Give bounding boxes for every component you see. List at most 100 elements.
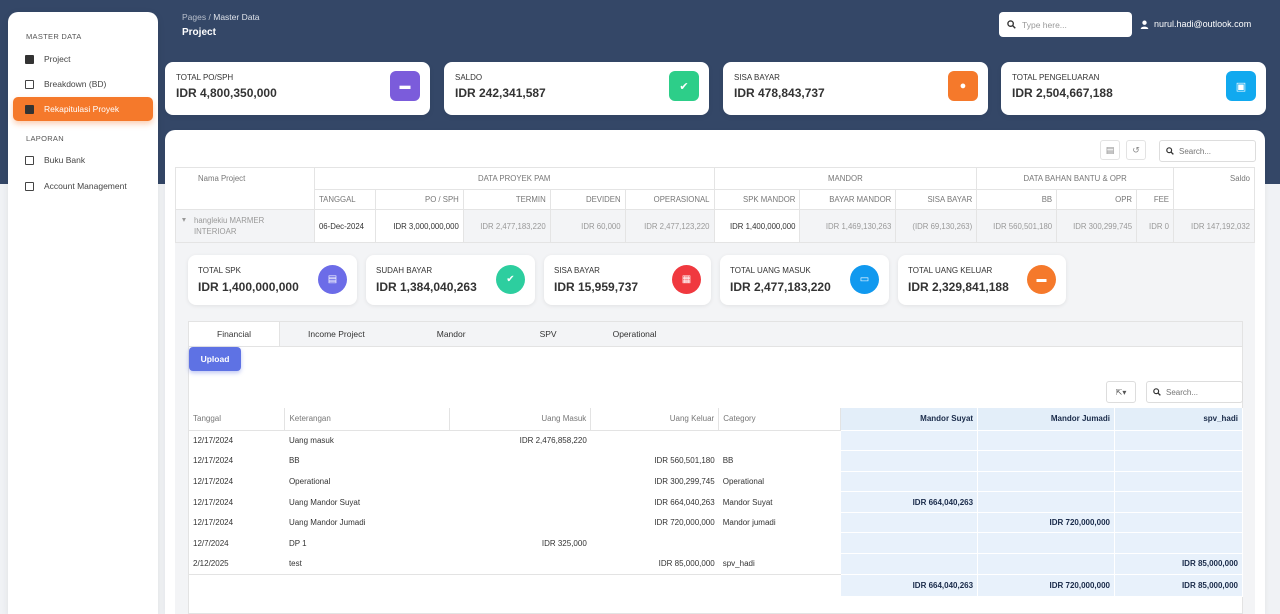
column-header-bayar-mandor[interactable]: BAYAR MANDOR	[799, 189, 897, 210]
folder-icon: ▬	[390, 71, 420, 101]
column-header-uang-masuk[interactable]: Uang Masuk	[449, 408, 592, 431]
column-header-opr[interactable]: OPR	[1056, 189, 1138, 210]
column-header-deviden[interactable]: DEVIDEN	[549, 189, 626, 210]
table-row[interactable]: 12/17/2024 Operational IDR 300,299,745 Oper…	[189, 471, 1243, 493]
table-cell: Mandor Suyat	[722, 497, 773, 507]
table-footer-totals: IDR 664,040,263 IDR 720,000,000 IDR 85,0…	[189, 573, 1243, 597]
table-cell	[591, 533, 719, 554]
column-header-tanggal[interactable]: Tanggal	[189, 408, 286, 431]
detail-tabs: Financial Income Project Mandor SPV Oper…	[188, 321, 1243, 347]
column-header-tanggal[interactable]: TANGGAL	[313, 189, 376, 210]
table-row[interactable]: 12/17/2024 Uang Mandor Suyat IDR 664,040,2…	[189, 491, 1243, 513]
table-cell: IDR 560,501,180	[654, 456, 715, 466]
table-cell: 12/7/2024	[193, 538, 229, 548]
table-cell: Uang Mandor Jumadi	[288, 518, 366, 528]
column-header-operasional[interactable]: OPERASIONAL	[624, 189, 715, 210]
financial-tab-panel: Upload ⇱▾ Tanggal Keterangan Uang Masuk …	[188, 347, 1243, 614]
table-cell: Operational	[722, 476, 765, 486]
bell-icon: ●	[948, 71, 978, 101]
table-row[interactable]: 12/17/2024 Uang masuk IDR 2,476,858,220	[189, 430, 1243, 452]
project-search-input[interactable]	[1179, 146, 1249, 156]
expand-icon[interactable]: ▾	[182, 215, 194, 224]
mini-card-total-uang-masuk: TOTAL UANG MASUK IDR 2,477,183,220 ▭	[720, 255, 889, 305]
table-cell	[450, 471, 591, 492]
sidebar-item-breakdown[interactable]: Breakdown (BD)	[13, 72, 153, 96]
table-row[interactable]: 12/7/2024 DP 1 IDR 325,000	[189, 532, 1243, 555]
stat-card-sisa-bayar: SISA BAYAR IDR 478,843,737 ●	[723, 62, 988, 115]
column-header-category[interactable]: Category	[718, 408, 842, 431]
column-header-nama-project[interactable]: Nama Project	[175, 167, 315, 210]
monitor-icon: ▣	[1226, 71, 1256, 101]
table-cell: IDR 85,000,000	[658, 559, 715, 569]
table-cell: 12/17/2024	[193, 456, 234, 466]
stat-value: IDR 478,843,737	[734, 86, 825, 100]
table-row[interactable]: ▾ hanglekiu MARMER INTERIOAR 06-Dec-2024 …	[175, 209, 1256, 243]
table-cell	[591, 430, 719, 451]
wallet-icon: ▬	[1027, 265, 1056, 294]
tab-income-project[interactable]: Income Project	[280, 322, 393, 346]
column-header-saldo[interactable]: Saldo	[1172, 167, 1256, 210]
column-header-fee[interactable]: FEE	[1136, 189, 1174, 210]
column-group-mandor: MANDOR	[713, 167, 978, 190]
column-header-uang-keluar[interactable]: Uang Keluar	[590, 408, 720, 431]
tab-mandor[interactable]: Mandor	[393, 322, 510, 346]
column-header-sisa-bayar[interactable]: SISA BAYAR	[895, 189, 978, 210]
column-header-po-sph[interactable]: PO / SPH	[374, 189, 464, 210]
column-header-spv-hadi[interactable]: spv_hadi	[1114, 408, 1243, 431]
folder-icon	[25, 54, 34, 64]
tab-financial[interactable]: Financial	[189, 322, 281, 346]
table-cell: Uang masuk	[288, 436, 334, 446]
financial-search-input[interactable]	[1166, 387, 1236, 397]
sidebar-item-rekapitulasi-proyek[interactable]: Rekapitulasi Proyek	[13, 97, 153, 121]
table-row[interactable]: 2/12/2025 test IDR 85,000,000 spv_hadi IDR 8…	[189, 553, 1243, 575]
column-group-data-bahan-bantu: DATA BAHAN BANTU & OPR	[976, 167, 1174, 190]
sidebar-item-buku-bank[interactable]: Buku Bank	[13, 148, 153, 172]
table-cell	[977, 532, 1115, 555]
project-search-box[interactable]	[1159, 140, 1256, 162]
list-icon	[25, 79, 34, 89]
table-row[interactable]: 12/17/2024 BB IDR 560,501,180 BB	[189, 450, 1243, 472]
table-header-group-row: Nama Project DATA PROYEK PAM MANDOR DATA…	[175, 167, 1256, 210]
table-cell: test	[288, 559, 302, 569]
table-cell	[977, 430, 1115, 452]
tab-operational[interactable]: Operational	[577, 322, 685, 346]
column-header-keterangan[interactable]: Keterangan	[284, 408, 451, 431]
check-icon: ✔	[496, 265, 525, 294]
print-button[interactable]: ▤	[1100, 140, 1120, 160]
mini-value: IDR 15,959,737	[554, 280, 639, 294]
tab-spv[interactable]: SPV	[510, 322, 577, 346]
column-header-spk-mandor[interactable]: SPK MANDOR	[713, 189, 801, 210]
table-cell	[1114, 430, 1243, 452]
table-cell: IDR 300,299,745	[654, 476, 715, 486]
mini-label: SUDAH BAYAR	[376, 266, 433, 275]
top-search-box[interactable]	[999, 12, 1132, 37]
sidebar-item-account-management[interactable]: Account Management	[13, 174, 153, 198]
financial-rows: 12/17/2024 Uang masuk IDR 2,476,858,220 12/…	[189, 430, 1243, 575]
breadcrumb-parent[interactable]: Pages	[182, 12, 206, 22]
table-row[interactable]: 12/17/2024 Uang Mandor Jumadi IDR 720,000,…	[189, 512, 1243, 534]
mini-card-sisa-bayar: SISA BAYAR IDR 15,959,737 ▦	[544, 255, 711, 305]
cell-termin: IDR 2,477,183,220	[462, 209, 551, 243]
project-name: hanglekiu MARMER INTERIOAR	[194, 216, 265, 236]
table-cell	[719, 533, 841, 554]
user-account[interactable]: nurul.hadi@outlook.com	[1140, 19, 1251, 29]
refresh-button[interactable]: ↺	[1126, 140, 1146, 160]
financial-search-box[interactable]	[1146, 381, 1243, 403]
cell-opr: IDR 300,299,745	[1056, 209, 1138, 243]
export-button[interactable]: ⇱ ▾	[1106, 381, 1136, 403]
upload-button[interactable]: Upload	[189, 347, 241, 371]
cell-po: IDR 3,000,000,000	[374, 209, 464, 243]
column-header-termin[interactable]: TERMIN	[462, 189, 551, 210]
top-search-input[interactable]	[1022, 19, 1122, 30]
table-cell: Mandor jumadi	[722, 518, 776, 528]
column-header-mandor-suyat[interactable]: Mandor Suyat	[840, 408, 979, 431]
mini-value: IDR 2,329,841,188	[908, 280, 1009, 294]
project-name-cell[interactable]: ▾ hanglekiu MARMER INTERIOAR	[175, 209, 315, 243]
sidebar-item-project[interactable]: Project	[13, 47, 153, 71]
table-cell	[1114, 532, 1243, 555]
column-header-bb[interactable]: BB	[976, 189, 1058, 210]
stat-label: SALDO	[455, 73, 483, 82]
table-cell: BB	[722, 456, 734, 466]
column-header-mandor-jumadi[interactable]: Mandor Jumadi	[977, 408, 1115, 431]
total-spv-hadi: IDR 85,000,000	[1114, 573, 1243, 597]
